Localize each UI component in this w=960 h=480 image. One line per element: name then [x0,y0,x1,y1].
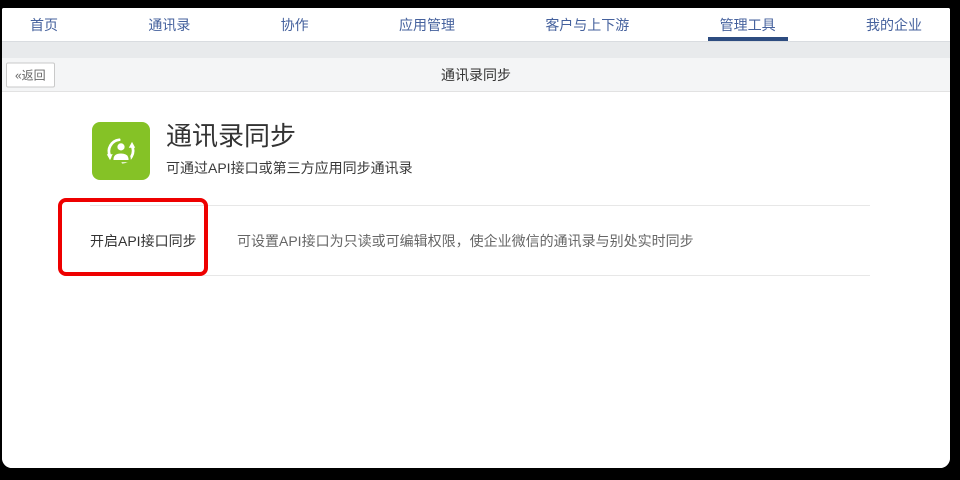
enable-api-sync-link[interactable]: 开启API接口同步 [90,231,237,251]
app-header: 通讯录同步 可通过API接口或第三方应用同步通讯录 [92,121,413,180]
app-info: 通讯录同步 可通过API接口或第三方应用同步通讯录 [166,121,413,178]
main-content: 通讯录同步 可通过API接口或第三方应用同步通讯录 开启API接口同步 可设置A… [2,92,950,468]
page-toolbar: «返回 通讯录同步 [2,58,950,92]
app-subtitle: 可通过API接口或第三方应用同步通讯录 [166,159,413,176]
person-sync-icon [92,122,150,180]
divider-bottom [90,275,870,276]
nav-item-contacts[interactable]: 通讯录 [136,8,202,41]
spacer-band [2,42,950,58]
nav-item-admin-tools[interactable]: 管理工具 [707,8,788,41]
top-nav: 首页 通讯录 协作 应用管理 客户与上下游 管理工具 我的企业 [2,8,950,42]
nav-item-customers[interactable]: 客户与上下游 [533,8,641,41]
api-sync-row: 开启API接口同步 可设置API接口为只读或可编辑权限，使企业微信的通讯录与别处… [90,206,870,275]
nav-item-home[interactable]: 首页 [18,8,70,41]
app-title: 通讯录同步 [166,121,297,151]
api-sync-description: 可设置API接口为只读或可编辑权限，使企业微信的通讯录与别处实时同步 [237,232,694,249]
nav-item-app-management[interactable]: 应用管理 [387,8,467,41]
nav-item-collaboration[interactable]: 协作 [269,8,321,41]
page-title: 通讯录同步 [441,66,511,83]
app-window: 首页 通讯录 协作 应用管理 客户与上下游 管理工具 我的企业 «返回 通讯录同… [2,8,950,468]
nav-item-my-company[interactable]: 我的企业 [854,8,934,41]
